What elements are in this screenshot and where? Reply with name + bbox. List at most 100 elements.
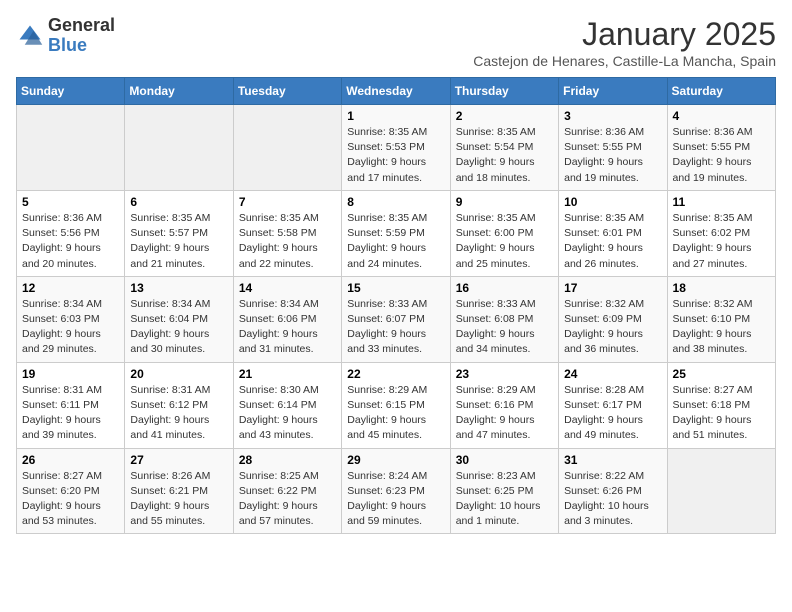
week-row-3: 12Sunrise: 8:34 AM Sunset: 6:03 PM Dayli…: [17, 276, 776, 362]
calendar-cell: 28Sunrise: 8:25 AM Sunset: 6:22 PM Dayli…: [233, 448, 341, 534]
logo-text: General Blue: [48, 16, 115, 56]
day-info: Sunrise: 8:34 AM Sunset: 6:06 PM Dayligh…: [239, 297, 336, 358]
day-number: 11: [673, 195, 770, 209]
day-info: Sunrise: 8:32 AM Sunset: 6:09 PM Dayligh…: [564, 297, 661, 358]
logo-icon: [16, 22, 44, 50]
day-info: Sunrise: 8:24 AM Sunset: 6:23 PM Dayligh…: [347, 469, 444, 530]
weekday-header-saturday: Saturday: [667, 78, 775, 105]
day-number: 12: [22, 281, 119, 295]
calendar-cell: 16Sunrise: 8:33 AM Sunset: 6:08 PM Dayli…: [450, 276, 558, 362]
day-number: 19: [22, 367, 119, 381]
day-info: Sunrise: 8:35 AM Sunset: 6:01 PM Dayligh…: [564, 211, 661, 272]
day-info: Sunrise: 8:36 AM Sunset: 5:55 PM Dayligh…: [673, 125, 770, 186]
title-area: January 2025 Castejon de Henares, Castil…: [473, 16, 776, 69]
week-row-2: 5 Sunrise: 8:36 AM Sunset: 5:56 PM Daylig…: [17, 190, 776, 276]
calendar-table: SundayMondayTuesdayWednesdayThursdayFrid…: [16, 77, 776, 534]
day-number: 17: [564, 281, 661, 295]
day-info: Sunrise: 8:27 AM Sunset: 6:20 PM Dayligh…: [22, 469, 119, 530]
calendar-cell: 24 Sunrise: 8:28 AM Sunset: 6:17 PM Dayli…: [559, 362, 667, 448]
day-info: Sunrise: 8:33 AM Sunset: 6:08 PM Dayligh…: [456, 297, 553, 358]
day-info: Sunrise: 8:34 AM Sunset: 6:04 PM Dayligh…: [130, 297, 227, 358]
day-number: 25: [673, 367, 770, 381]
calendar-cell: 20 Sunrise: 8:31 AM Sunset: 6:12 PM Dayli…: [125, 362, 233, 448]
day-number: 6: [130, 195, 227, 209]
weekday-header-thursday: Thursday: [450, 78, 558, 105]
weekday-header-wednesday: Wednesday: [342, 78, 450, 105]
calendar-cell: 18 Sunrise: 8:32 AM Sunset: 6:10 PM Dayli…: [667, 276, 775, 362]
location-subtitle: Castejon de Henares, Castille-La Mancha,…: [473, 53, 776, 69]
day-number: 31: [564, 453, 661, 467]
week-row-1: 1Sunrise: 8:35 AM Sunset: 5:53 PM Daylig…: [17, 105, 776, 191]
calendar-cell: 10 Sunrise: 8:35 AM Sunset: 6:01 PM Dayli…: [559, 190, 667, 276]
calendar-cell: [17, 105, 125, 191]
calendar-cell: 21Sunrise: 8:30 AM Sunset: 6:14 PM Dayli…: [233, 362, 341, 448]
calendar-cell: 29 Sunrise: 8:24 AM Sunset: 6:23 PM Dayli…: [342, 448, 450, 534]
calendar-cell: 7Sunrise: 8:35 AM Sunset: 5:58 PM Daylig…: [233, 190, 341, 276]
day-info: Sunrise: 8:26 AM Sunset: 6:21 PM Dayligh…: [130, 469, 227, 530]
day-number: 7: [239, 195, 336, 209]
day-number: 13: [130, 281, 227, 295]
calendar-cell: 2 Sunrise: 8:35 AM Sunset: 5:54 PM Daylig…: [450, 105, 558, 191]
weekday-row: SundayMondayTuesdayWednesdayThursdayFrid…: [17, 78, 776, 105]
calendar-cell: 19Sunrise: 8:31 AM Sunset: 6:11 PM Dayli…: [17, 362, 125, 448]
day-number: 28: [239, 453, 336, 467]
calendar-cell: 26Sunrise: 8:27 AM Sunset: 6:20 PM Dayli…: [17, 448, 125, 534]
calendar-cell: 15Sunrise: 8:33 AM Sunset: 6:07 PM Dayli…: [342, 276, 450, 362]
calendar-cell: 5 Sunrise: 8:36 AM Sunset: 5:56 PM Daylig…: [17, 190, 125, 276]
day-number: 18: [673, 281, 770, 295]
calendar-cell: 27 Sunrise: 8:26 AM Sunset: 6:21 PM Dayli…: [125, 448, 233, 534]
day-number: 21: [239, 367, 336, 381]
day-info: Sunrise: 8:36 AM Sunset: 5:56 PM Dayligh…: [22, 211, 119, 272]
calendar-cell: 12Sunrise: 8:34 AM Sunset: 6:03 PM Dayli…: [17, 276, 125, 362]
day-info: Sunrise: 8:31 AM Sunset: 6:12 PM Dayligh…: [130, 383, 227, 444]
calendar-cell: 14 Sunrise: 8:34 AM Sunset: 6:06 PM Dayli…: [233, 276, 341, 362]
calendar-cell: 31 Sunrise: 8:22 AM Sunset: 6:26 PM Dayli…: [559, 448, 667, 534]
day-number: 2: [456, 109, 553, 123]
calendar-cell: 11 Sunrise: 8:35 AM Sunset: 6:02 PM Dayli…: [667, 190, 775, 276]
day-info: Sunrise: 8:23 AM Sunset: 6:25 PM Dayligh…: [456, 469, 553, 530]
day-info: Sunrise: 8:28 AM Sunset: 6:17 PM Dayligh…: [564, 383, 661, 444]
calendar-cell: 17 Sunrise: 8:32 AM Sunset: 6:09 PM Dayli…: [559, 276, 667, 362]
calendar-cell: 9Sunrise: 8:35 AM Sunset: 6:00 PM Daylig…: [450, 190, 558, 276]
weekday-header-sunday: Sunday: [17, 78, 125, 105]
day-number: 30: [456, 453, 553, 467]
day-number: 5: [22, 195, 119, 209]
calendar-cell: 22Sunrise: 8:29 AM Sunset: 6:15 PM Dayli…: [342, 362, 450, 448]
day-number: 29: [347, 453, 444, 467]
day-info: Sunrise: 8:32 AM Sunset: 6:10 PM Dayligh…: [673, 297, 770, 358]
day-number: 27: [130, 453, 227, 467]
calendar-cell: 30 Sunrise: 8:23 AM Sunset: 6:25 PM Dayli…: [450, 448, 558, 534]
logo-blue: Blue: [48, 36, 115, 56]
calendar-cell: 25 Sunrise: 8:27 AM Sunset: 6:18 PM Dayli…: [667, 362, 775, 448]
weekday-header-friday: Friday: [559, 78, 667, 105]
day-info: Sunrise: 8:35 AM Sunset: 6:00 PM Dayligh…: [456, 211, 553, 272]
day-number: 14: [239, 281, 336, 295]
day-number: 1: [347, 109, 444, 123]
calendar-cell: 8Sunrise: 8:35 AM Sunset: 5:59 PM Daylig…: [342, 190, 450, 276]
calendar-cell: [233, 105, 341, 191]
day-number: 3: [564, 109, 661, 123]
day-info: Sunrise: 8:35 AM Sunset: 5:54 PM Dayligh…: [456, 125, 553, 186]
day-number: 4: [673, 109, 770, 123]
day-info: Sunrise: 8:35 AM Sunset: 6:02 PM Dayligh…: [673, 211, 770, 272]
day-info: Sunrise: 8:27 AM Sunset: 6:18 PM Dayligh…: [673, 383, 770, 444]
calendar-cell: [125, 105, 233, 191]
day-info: Sunrise: 8:33 AM Sunset: 6:07 PM Dayligh…: [347, 297, 444, 358]
calendar-body: 1Sunrise: 8:35 AM Sunset: 5:53 PM Daylig…: [17, 105, 776, 534]
week-row-4: 19Sunrise: 8:31 AM Sunset: 6:11 PM Dayli…: [17, 362, 776, 448]
calendar-cell: 23Sunrise: 8:29 AM Sunset: 6:16 PM Dayli…: [450, 362, 558, 448]
weekday-header-monday: Monday: [125, 78, 233, 105]
month-title: January 2025: [473, 16, 776, 53]
calendar-header: SundayMondayTuesdayWednesdayThursdayFrid…: [17, 78, 776, 105]
day-info: Sunrise: 8:35 AM Sunset: 5:57 PM Dayligh…: [130, 211, 227, 272]
day-number: 20: [130, 367, 227, 381]
calendar-cell: 1Sunrise: 8:35 AM Sunset: 5:53 PM Daylig…: [342, 105, 450, 191]
day-number: 24: [564, 367, 661, 381]
day-info: Sunrise: 8:22 AM Sunset: 6:26 PM Dayligh…: [564, 469, 661, 530]
day-number: 10: [564, 195, 661, 209]
calendar-cell: 4 Sunrise: 8:36 AM Sunset: 5:55 PM Daylig…: [667, 105, 775, 191]
day-number: 23: [456, 367, 553, 381]
day-info: Sunrise: 8:35 AM Sunset: 5:59 PM Dayligh…: [347, 211, 444, 272]
page-header: General Blue January 2025 Castejon de He…: [16, 16, 776, 69]
logo: General Blue: [16, 16, 115, 56]
